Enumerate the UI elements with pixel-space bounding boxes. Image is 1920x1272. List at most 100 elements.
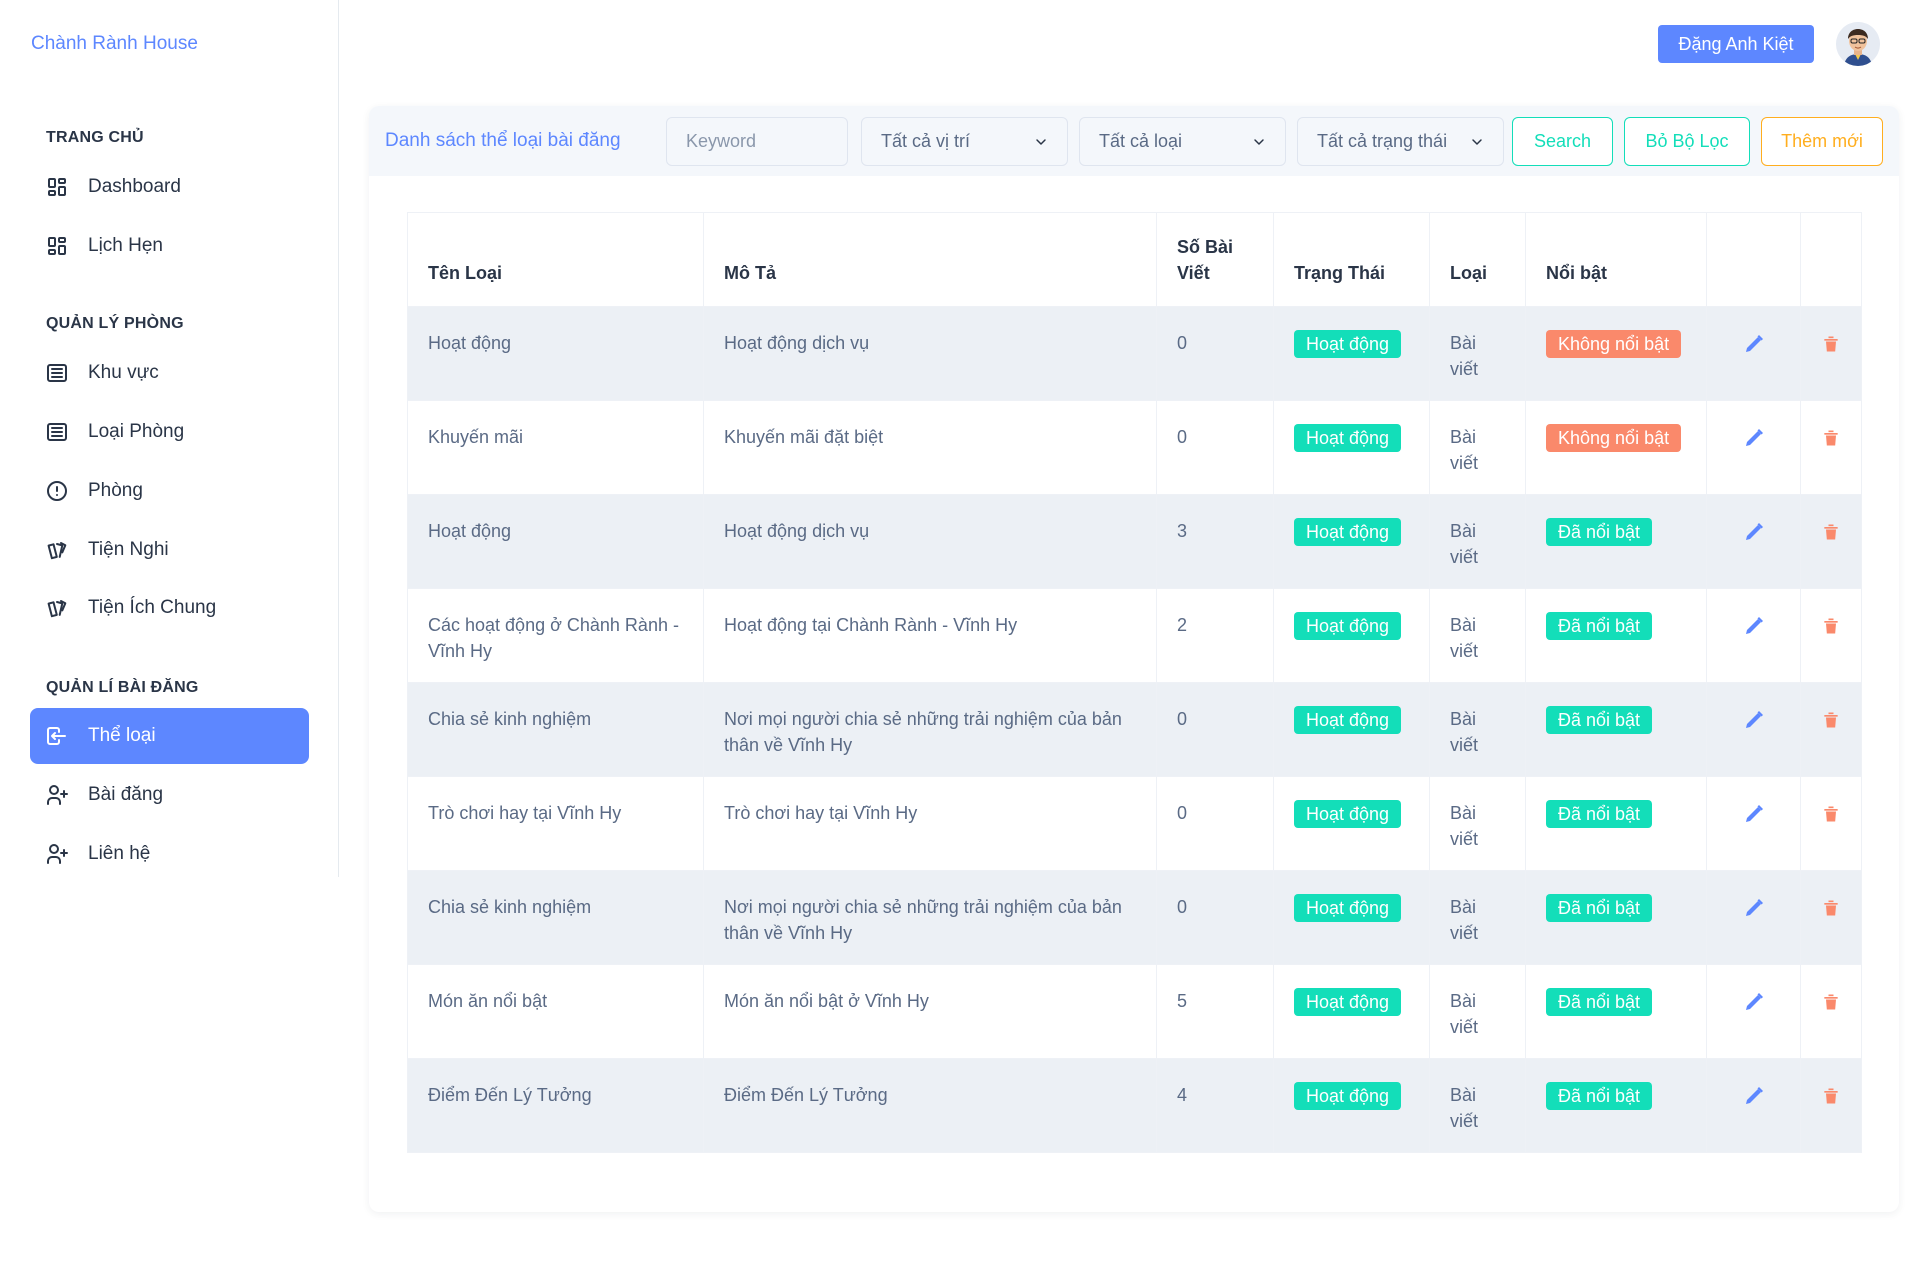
pencil-icon <box>1745 335 1763 352</box>
column-header-type: Loại <box>1429 212 1526 307</box>
cell-type: Bài viết <box>1429 964 1526 1059</box>
chevron-down-icon <box>1472 138 1482 145</box>
clear-filter-button[interactable]: Bỏ Bộ Lọc <box>1624 117 1750 166</box>
sidebar-item-posts[interactable]: Bài đăng <box>30 767 309 823</box>
delete-button[interactable] <box>1821 706 1841 732</box>
cell-status: Hoạt động <box>1273 1058 1430 1153</box>
category-list-card: Danh sách thể loại bài đăng Tất cả vị tr… <box>369 106 1899 1212</box>
cell-type: Bài viết <box>1429 400 1526 495</box>
edit-button[interactable] <box>1727 1082 1780 1108</box>
table-row: Các hoạt động ở Chành Rành - Vĩnh Hy Hoạt… <box>407 588 1862 683</box>
edit-button[interactable] <box>1727 518 1780 544</box>
cell-edit <box>1706 964 1801 1059</box>
cell-name: Hoạt động <box>407 494 704 589</box>
featured-badge: Đã nổi bật <box>1546 800 1653 828</box>
sidebar-item-amenities[interactable]: Tiện Nghi <box>30 522 309 578</box>
article-icon <box>44 360 70 386</box>
sidebar-item-rooms[interactable]: Phòng <box>30 463 309 519</box>
search-button[interactable]: Search <box>1512 117 1613 166</box>
location-select-value: Tất cả vị trí <box>881 131 971 151</box>
status-select-value: Tất cả trạng thái <box>1317 131 1448 151</box>
cell-description: Món ăn nổi bật ở Vĩnh Hy <box>703 964 1157 1059</box>
brand-logo[interactable]: Chành Rành House <box>31 33 198 55</box>
delete-button[interactable] <box>1821 800 1841 826</box>
table-row: Hoạt động Hoạt động dịch vụ 0 Hoạt động Bài … <box>407 306 1862 401</box>
sidebar-item-label: Dashboard <box>88 176 181 197</box>
delete-button[interactable] <box>1821 518 1841 544</box>
delete-button[interactable] <box>1821 1082 1841 1108</box>
pencil-icon <box>1745 429 1763 446</box>
cell-delete <box>1800 306 1862 401</box>
cell-featured: Đã nổi bật <box>1525 776 1707 871</box>
user-menu-button[interactable]: Đặng Anh Kiệt <box>1658 25 1814 63</box>
edit-button[interactable] <box>1727 330 1780 356</box>
status-badge: Hoạt động <box>1294 612 1402 640</box>
cell-featured: Đã nổi bật <box>1525 588 1707 683</box>
sidebar-item-categories[interactable]: Thể loại <box>30 708 309 764</box>
sidebar-item-areas[interactable]: Khu vực <box>30 345 309 401</box>
edit-button[interactable] <box>1727 706 1780 732</box>
table-row: Điểm Đến Lý Tưởng Điểm Đến Lý Tưởng 4 Hoạt … <box>407 1058 1862 1153</box>
sidebar-item-dashboard[interactable]: Dashboard <box>30 159 309 215</box>
edit-button[interactable] <box>1727 894 1780 920</box>
table-row: Món ăn nổi bật Món ăn nổi bật ở Vĩnh Hy 5 H… <box>407 964 1862 1059</box>
cell-featured: Không nổi bật <box>1525 306 1707 401</box>
status-select[interactable]: Tất cả trạng thái <box>1297 117 1504 166</box>
cell-name: Điểm Đến Lý Tưởng <box>407 1058 704 1153</box>
cell-name: Trò chơi hay tại Vĩnh Hy <box>407 776 704 871</box>
cell-type: Bài viết <box>1429 494 1526 589</box>
location-select[interactable]: Tất cả vị trí <box>861 117 1068 166</box>
edit-button[interactable] <box>1727 424 1780 450</box>
category-table: Tên Loại Mô Tả Số Bài Viết Trạng Thái Lo… <box>407 212 1862 1153</box>
cell-delete <box>1800 400 1862 495</box>
cell-status: Hoạt động <box>1273 400 1430 495</box>
add-new-button[interactable]: Thêm mới <box>1761 117 1883 166</box>
column-header-delete <box>1800 212 1862 307</box>
cell-status: Hoạt động <box>1273 306 1430 401</box>
status-badge: Hoạt động <box>1294 424 1402 452</box>
featured-badge: Đã nổi bật <box>1546 612 1653 640</box>
sidebar-item-label: Tiện Nghi <box>88 539 169 560</box>
cell-description: Khuyến mãi đặt biệt <box>703 400 1157 495</box>
sidebar-item-common-facilities[interactable]: Tiện Ích Chung <box>30 580 309 636</box>
status-badge: Hoạt động <box>1294 894 1402 922</box>
delete-button[interactable] <box>1821 330 1841 356</box>
cell-description: Hoạt động dịch vụ <box>703 306 1157 401</box>
avatar[interactable] <box>1836 22 1880 66</box>
type-select[interactable]: Tất cả loại <box>1079 117 1286 166</box>
cell-post-count: 5 <box>1156 964 1274 1059</box>
login-icon <box>44 723 70 749</box>
column-header-edit <box>1706 212 1801 307</box>
cell-status: Hoạt động <box>1273 494 1430 589</box>
delete-button[interactable] <box>1821 612 1841 638</box>
cell-edit <box>1706 682 1801 777</box>
trash-icon <box>1824 994 1838 1010</box>
cell-featured: Đã nổi bật <box>1525 870 1707 965</box>
user-plus-icon <box>44 782 70 808</box>
cell-post-count: 0 <box>1156 400 1274 495</box>
cell-type: Bài viết <box>1429 306 1526 401</box>
delete-button[interactable] <box>1821 988 1841 1014</box>
sidebar-item-label: Thể loại <box>88 725 156 746</box>
cell-description: Hoạt động tại Chành Rành - Vĩnh Hy <box>703 588 1157 683</box>
sidebar-item-room-types[interactable]: Loại Phòng <box>30 404 309 460</box>
cell-description: Nơi mọi người chia sẻ những trải nghiệm … <box>703 682 1157 777</box>
trash-icon <box>1824 336 1838 352</box>
sidebar-item-contacts[interactable]: Liên hệ <box>30 826 309 882</box>
cell-post-count: 4 <box>1156 1058 1274 1153</box>
featured-badge: Đã nổi bật <box>1546 894 1653 922</box>
cell-delete <box>1800 870 1862 965</box>
edit-button[interactable] <box>1727 988 1780 1014</box>
delete-button[interactable] <box>1821 424 1841 450</box>
cell-edit <box>1706 494 1801 589</box>
edit-button[interactable] <box>1727 800 1780 826</box>
edit-button[interactable] <box>1727 612 1780 638</box>
featured-badge: Đã nổi bật <box>1546 518 1653 546</box>
keyword-input[interactable] <box>666 117 848 166</box>
sidebar-item-label: Phòng <box>88 480 143 501</box>
sidebar-item-label: Khu vực <box>88 362 159 383</box>
sidebar-item-appointments[interactable]: Lịch Hẹn <box>30 218 309 274</box>
cell-name: Chia sẻ kinh nghiệm <box>407 870 704 965</box>
delete-button[interactable] <box>1821 894 1841 920</box>
sidebar-item-label: Loại Phòng <box>88 421 185 442</box>
